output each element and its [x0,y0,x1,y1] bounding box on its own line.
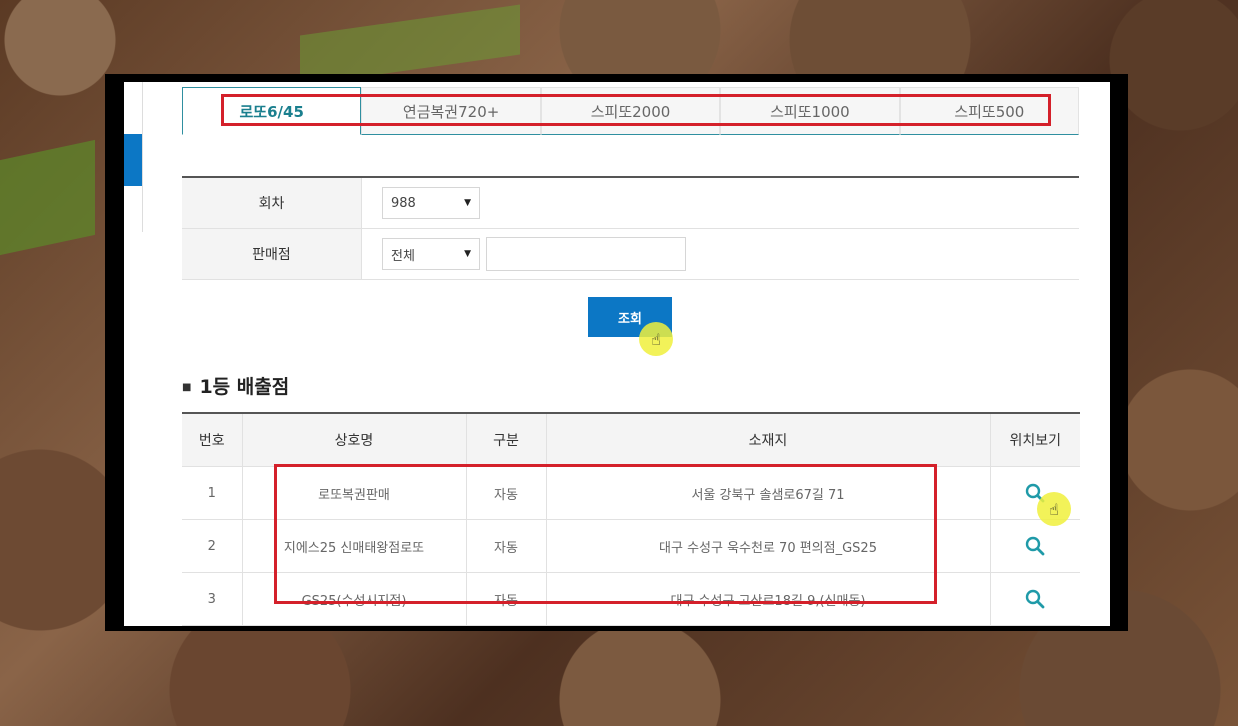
round-select[interactable]: 988 ▼ [382,187,480,219]
magnifier-icon[interactable] [1025,536,1045,556]
search-form: 회차 988 ▼ 판매점 전체 ▼ [182,176,1079,280]
tabs-highlight-box [221,94,1051,126]
hand-pointer-icon: ☝ [1037,492,1071,526]
round-row: 회차 988 ▼ [182,178,1079,229]
table-header-row: 번호 상호명 구분 소재지 위치보기 [182,412,1080,467]
background-decoration [0,139,95,256]
section-title-text: 1등 배출점 [199,376,290,398]
cell-no: 1 [182,466,242,520]
store-row: 판매점 전체 ▼ [182,229,1079,280]
cell-no: 2 [182,519,242,573]
store-select-value: 전체 [391,248,415,264]
round-select-value: 988 [391,195,416,211]
caret-down-icon: ▼ [464,249,471,259]
rows-highlight-box [274,464,937,604]
header-type: 구분 [465,412,546,467]
cell-location [989,519,1080,573]
hand-pointer-icon: ☝ [639,322,673,356]
caret-down-icon: ▼ [464,198,471,208]
header-no: 번호 [182,412,242,467]
header-location: 위치보기 [989,412,1080,467]
cell-no: 3 [182,572,242,626]
header-name: 상호명 [241,412,466,467]
store-label: 판매점 [182,229,362,279]
store-select[interactable]: 전체 ▼ [382,238,480,270]
magnifier-icon[interactable] [1025,589,1045,609]
cell-location [989,572,1080,626]
store-search-input[interactable] [486,237,686,271]
content-panel: 로또6/45 연금복권720+ 스피또2000 스피또1000 스피또500 회… [124,82,1110,626]
header-address: 소재지 [545,412,990,467]
side-menu-active-item[interactable] [124,134,142,186]
section-title: ■ 1등 배출점 [182,372,289,399]
bullet-icon: ■ [182,382,192,393]
round-label: 회차 [182,178,362,228]
